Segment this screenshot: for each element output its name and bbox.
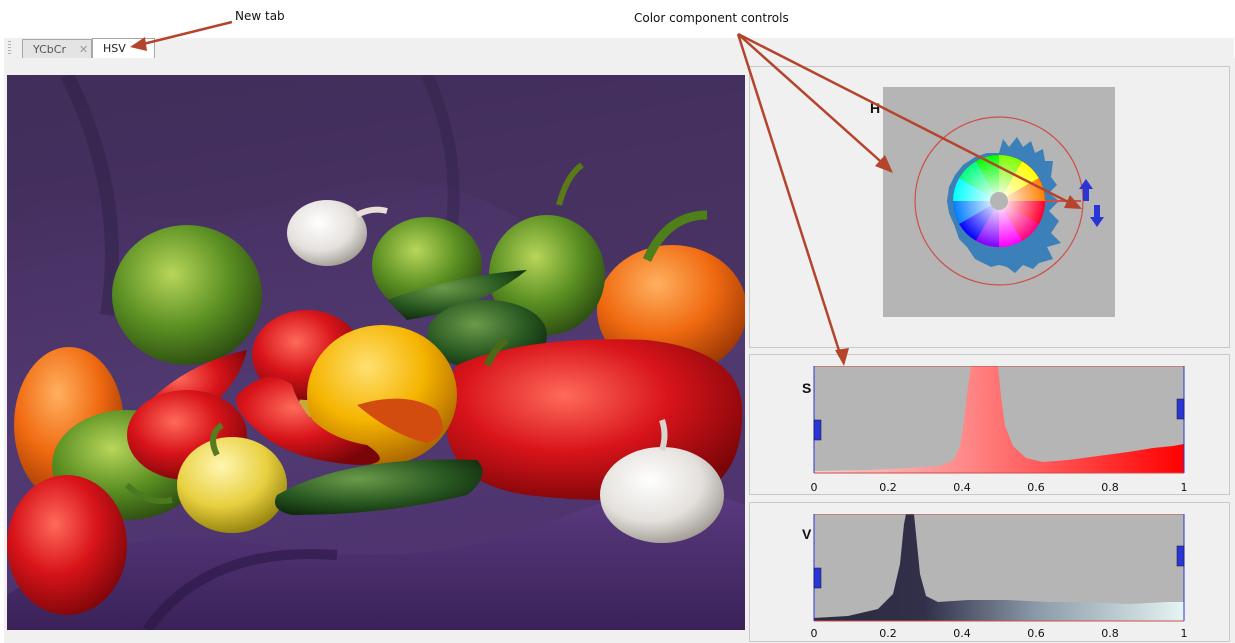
s-tick: 0.6 bbox=[1027, 481, 1045, 494]
v-tick: 0.8 bbox=[1101, 627, 1119, 640]
value-histogram[interactable] bbox=[808, 514, 1190, 624]
saturation-max-handle bbox=[1176, 398, 1185, 420]
s-tick: 0 bbox=[810, 481, 818, 494]
v-tick: 0.2 bbox=[879, 627, 897, 640]
tab-ycbcr[interactable]: YCbCr ✕ bbox=[22, 39, 92, 58]
s-tick: 0.4 bbox=[953, 481, 971, 494]
tab-hsv-label: HSV bbox=[103, 42, 126, 55]
value-min-handle bbox=[813, 567, 822, 589]
new-tab-annotation: New tab bbox=[235, 9, 285, 23]
v-tick: 0 bbox=[810, 627, 818, 640]
v-tick: 0.6 bbox=[1027, 627, 1045, 640]
peppers-image bbox=[7, 75, 745, 630]
tab-ycbcr-label: YCbCr bbox=[33, 43, 66, 56]
image-preview bbox=[7, 75, 745, 630]
color-controls-annotation: Color component controls bbox=[634, 11, 789, 25]
v-tick: 1 bbox=[1180, 627, 1188, 640]
close-icon[interactable]: ✕ bbox=[79, 43, 88, 56]
v-tick: 0.4 bbox=[953, 627, 971, 640]
tab-strip-grip[interactable] bbox=[8, 41, 11, 55]
s-tick: 0.2 bbox=[879, 481, 897, 494]
tab-strip: YCbCr ✕ HSV bbox=[4, 38, 1234, 59]
saturation-histogram[interactable] bbox=[808, 366, 1190, 476]
value-max-handle bbox=[1176, 545, 1185, 567]
saturation-min-handle bbox=[813, 419, 822, 441]
hue-label: H bbox=[870, 100, 881, 116]
tab-hsv[interactable]: HSV bbox=[92, 38, 155, 59]
hue-wheel-control[interactable] bbox=[883, 87, 1115, 317]
s-tick: 0.8 bbox=[1101, 481, 1119, 494]
s-tick: 1 bbox=[1180, 481, 1188, 494]
